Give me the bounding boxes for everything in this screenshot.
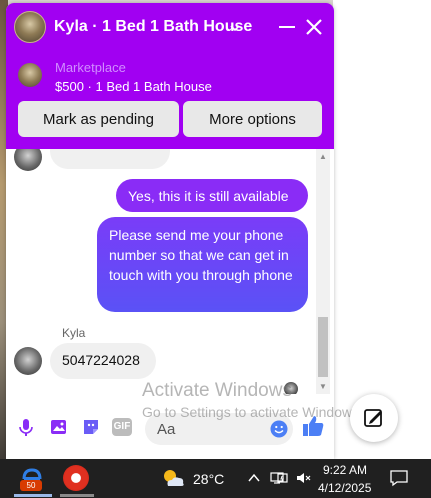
desktop-background-right bbox=[333, 0, 431, 460]
message-bubble-outgoing: Please send me your phone number so that… bbox=[97, 217, 308, 312]
sender-avatar bbox=[14, 149, 42, 171]
sticker-icon[interactable] bbox=[80, 416, 102, 438]
marketplace-label: Marketplace bbox=[55, 60, 126, 75]
chevron-down-icon[interactable] bbox=[229, 22, 241, 34]
activate-windows-title: Activate Windows bbox=[142, 380, 292, 401]
microphone-icon[interactable] bbox=[15, 416, 37, 438]
listing-thumbnail[interactable] bbox=[18, 63, 42, 87]
scrollbar-thumb[interactable] bbox=[318, 317, 328, 377]
mark-as-pending-button[interactable]: Mark as pending bbox=[18, 101, 179, 137]
message-bubble-outgoing: Yes, this it is still available bbox=[116, 179, 308, 212]
chat-title[interactable]: Kyla · 1 Bed 1 Bath House bbox=[54, 18, 252, 36]
minimize-button[interactable] bbox=[279, 26, 295, 28]
new-message-button[interactable] bbox=[350, 394, 398, 442]
show-hidden-icons-icon[interactable] bbox=[246, 470, 262, 486]
chat-header: Kyla · 1 Bed 1 Bath House Marketplace $5… bbox=[6, 3, 334, 149]
activate-windows-subtitle: Go to Settings to activate Windows. bbox=[142, 404, 363, 420]
message-list: Yes, this it is still available Please s… bbox=[6, 149, 334, 394]
battery-icon[interactable] bbox=[275, 470, 291, 486]
browser-app-icon[interactable] bbox=[63, 465, 89, 491]
close-icon[interactable] bbox=[305, 18, 323, 36]
clock-time[interactable]: 9:22 AM bbox=[323, 463, 367, 477]
taskbar: 50 28°C 9:22 AM 4/12/2025 bbox=[0, 459, 431, 498]
temperature[interactable]: 28°C bbox=[193, 471, 224, 487]
message-sender-name: Kyla bbox=[62, 326, 86, 340]
message-input-placeholder: Aa bbox=[157, 421, 176, 438]
notification-badge: 50 bbox=[20, 480, 42, 491]
notification-center-icon[interactable] bbox=[389, 468, 409, 488]
active-app-indicator bbox=[14, 494, 52, 497]
message-bubble-incoming bbox=[50, 149, 170, 169]
clock-date[interactable]: 4/12/2025 bbox=[318, 481, 371, 495]
compose-icon bbox=[364, 409, 382, 427]
scroll-down-icon[interactable]: ▼ bbox=[319, 382, 327, 391]
weather-icon[interactable] bbox=[160, 467, 186, 489]
emoji-icon[interactable] bbox=[270, 420, 288, 438]
contact-avatar[interactable] bbox=[14, 11, 46, 43]
running-app-indicator bbox=[60, 494, 94, 497]
more-options-button[interactable]: More options bbox=[183, 101, 322, 137]
message-scrollbar[interactable]: ▲ ▼ bbox=[316, 149, 330, 394]
volume-muted-icon[interactable] bbox=[295, 470, 311, 486]
listing-title[interactable]: $500 · 1 Bed 1 Bath House bbox=[55, 79, 212, 94]
photo-icon[interactable] bbox=[48, 416, 70, 438]
scroll-up-icon[interactable]: ▲ bbox=[319, 152, 327, 161]
gif-icon[interactable]: GIF bbox=[112, 418, 132, 436]
sender-avatar bbox=[14, 347, 42, 375]
message-bubble-incoming: 5047224028 bbox=[50, 343, 156, 379]
